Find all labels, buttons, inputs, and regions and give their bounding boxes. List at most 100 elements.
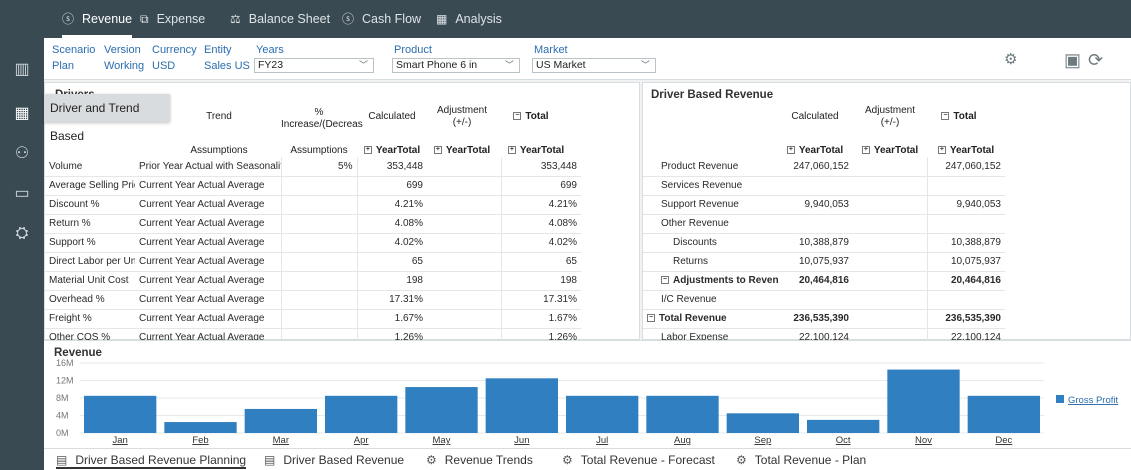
table-row: Discount % Current Year Actual Average 4.2…: [45, 195, 581, 215]
expand-icon[interactable]: +: [507, 146, 516, 155]
bar-jun[interactable]: [485, 378, 558, 433]
tab-revenue[interactable]: ⓢ Revenue: [62, 0, 133, 38]
bar-dec[interactable]: [967, 395, 1040, 433]
bar-mar[interactable]: [244, 408, 317, 433]
tab-balance-sheet[interactable]: ⚖ Balance Sheet: [230, 0, 330, 38]
cell-pct[interactable]: [281, 271, 358, 291]
tab-revenue-trends[interactable]: ⚙ Revenue Trends: [426, 453, 533, 467]
cell-adj[interactable]: [427, 271, 502, 291]
cell-trend[interactable]: Current Year Actual Average: [135, 290, 282, 310]
entity-value[interactable]: Sales US: [204, 60, 250, 72]
cell-trend[interactable]: Current Year Actual Average: [135, 309, 282, 329]
expand-icon[interactable]: +: [786, 146, 795, 155]
product-select[interactable]: Smart Phone 6 in ﹀: [392, 58, 520, 73]
tab-driver-based-revenue[interactable]: ▤ Driver Based Revenue: [264, 453, 404, 467]
cell-adj[interactable]: [853, 157, 928, 177]
cell-trend[interactable]: Current Year Actual Average: [135, 252, 282, 272]
save-icon[interactable]: ▣: [1064, 50, 1081, 71]
expand-icon[interactable]: +: [433, 146, 442, 155]
tab-total-revenue-forecast[interactable]: ⚙ Total Revenue - Forecast: [562, 453, 715, 467]
cell-pct[interactable]: [281, 195, 358, 215]
x-tick-label[interactable]: Jul: [596, 435, 608, 446]
cell-adj[interactable]: [427, 233, 502, 253]
cell-adj[interactable]: [853, 176, 928, 196]
tab-expense[interactable]: ⧉ Expense: [140, 0, 205, 38]
tab-driver-based-revenue-planning[interactable]: ▤ Driver Based Revenue Planning: [56, 453, 247, 469]
cell-adj[interactable]: [427, 214, 502, 234]
cell-trend[interactable]: Current Year Actual Average: [135, 271, 282, 291]
legend-label[interactable]: Gross Profit: [1068, 395, 1119, 406]
tab-cash-flow[interactable]: ⓢ Cash Flow: [342, 0, 421, 38]
cell-adj[interactable]: [427, 290, 502, 310]
bar-nov[interactable]: [887, 369, 960, 433]
bar-sep[interactable]: [726, 413, 799, 433]
cell-pct[interactable]: [281, 176, 358, 196]
cell-trend[interactable]: Prior Year Actual with Seasonality: [135, 157, 282, 177]
cell-trend[interactable]: Current Year Actual Average: [135, 176, 282, 196]
cell-adj[interactable]: [853, 290, 928, 310]
x-tick-label[interactable]: Sep: [754, 435, 771, 446]
collapse-icon[interactable]: −: [513, 112, 522, 121]
cell-adj[interactable]: [853, 195, 928, 215]
cell-pct[interactable]: [281, 309, 358, 329]
currency-value[interactable]: USD: [152, 60, 175, 72]
collapse-icon[interactable]: −: [647, 314, 655, 323]
person-gear-icon[interactable]: ⛭: [12, 224, 32, 244]
market-select[interactable]: US Market ﹀: [532, 58, 656, 73]
cell-name: I/C Revenue: [643, 290, 779, 310]
monitor-icon[interactable]: ▭: [12, 184, 32, 204]
expand-icon[interactable]: +: [937, 146, 946, 155]
refresh-icon[interactable]: ⟳: [1088, 50, 1103, 71]
bar-aug[interactable]: [646, 395, 719, 433]
y-tick-label: 0M: [56, 428, 69, 438]
x-tick-label[interactable]: Jun: [514, 435, 529, 446]
bar-oct[interactable]: [807, 419, 880, 433]
x-tick-label[interactable]: Apr: [354, 435, 369, 446]
cell-adj[interactable]: [427, 252, 502, 272]
cell-trend[interactable]: Current Year Actual Average: [135, 233, 282, 253]
years-select[interactable]: FY23 ﹀: [254, 58, 374, 73]
bar-jan[interactable]: [84, 395, 157, 433]
x-tick-label[interactable]: Oct: [836, 435, 851, 446]
cell-calc: 9,940,053: [779, 195, 853, 215]
cell-adj[interactable]: [853, 252, 928, 272]
x-tick-label[interactable]: Aug: [674, 435, 691, 446]
cell-adj[interactable]: [427, 176, 502, 196]
cell-adj[interactable]: [853, 214, 928, 234]
cell-adj[interactable]: [427, 157, 502, 177]
user-chart-icon[interactable]: ⚇: [12, 144, 32, 164]
cell-adj[interactable]: [853, 233, 928, 253]
cell-pct[interactable]: [281, 214, 358, 234]
x-tick-label[interactable]: May: [433, 435, 451, 446]
version-value[interactable]: Working: [104, 60, 144, 72]
expand-icon[interactable]: +: [363, 146, 372, 155]
bar-feb[interactable]: [164, 422, 237, 433]
cell-pct[interactable]: 5%: [281, 157, 358, 177]
x-tick-label[interactable]: Feb: [192, 435, 208, 446]
bar-apr[interactable]: [325, 395, 398, 433]
x-tick-label[interactable]: Dec: [995, 435, 1012, 446]
x-tick-label[interactable]: Nov: [915, 435, 932, 446]
cell-pct[interactable]: [281, 252, 358, 272]
collapse-icon[interactable]: −: [661, 276, 669, 285]
collapse-icon[interactable]: −: [941, 112, 950, 121]
cell-adj[interactable]: [427, 195, 502, 215]
cell-adj[interactable]: [853, 309, 928, 329]
x-tick-label[interactable]: Jan: [113, 435, 128, 446]
driver-trend-icon[interactable]: ▦: [12, 104, 32, 124]
expand-icon[interactable]: +: [861, 146, 870, 155]
dashboard-icon[interactable]: ▥: [12, 60, 32, 80]
settings-icon[interactable]: ⚙: [1004, 50, 1017, 68]
bar-may[interactable]: [405, 387, 478, 433]
tab-total-revenue-plan[interactable]: ⚙ Total Revenue - Plan: [736, 453, 866, 467]
tab-analysis[interactable]: ▦ Analysis: [436, 0, 502, 38]
scenario-value[interactable]: Plan: [52, 60, 74, 72]
x-tick-label[interactable]: Mar: [273, 435, 289, 446]
cell-trend[interactable]: Current Year Actual Average: [135, 195, 282, 215]
cell-adj[interactable]: [853, 271, 928, 291]
bar-jul[interactable]: [566, 395, 639, 433]
cell-pct[interactable]: [281, 233, 358, 253]
cell-trend[interactable]: Current Year Actual Average: [135, 214, 282, 234]
cell-adj[interactable]: [427, 309, 502, 329]
cell-pct[interactable]: [281, 290, 358, 310]
